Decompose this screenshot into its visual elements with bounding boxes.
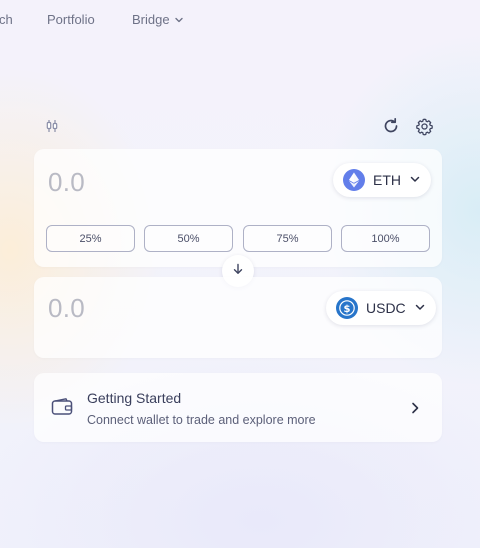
percent-25-button[interactable]: 25%: [46, 225, 135, 252]
to-token-selector[interactable]: $ USDC: [326, 291, 436, 325]
from-amount-input[interactable]: 0.0: [48, 167, 85, 198]
nav-item-label: ch: [0, 12, 13, 27]
getting-started-subtitle: Connect wallet to trade and explore more: [87, 413, 316, 427]
from-token-symbol: ETH: [373, 172, 401, 188]
getting-started-card[interactable]: Getting Started Connect wallet to trade …: [34, 373, 442, 442]
to-amount-input[interactable]: 0.0: [48, 293, 85, 324]
percent-100-button[interactable]: 100%: [341, 225, 430, 252]
chevron-right-icon: [410, 401, 420, 419]
nav-item-bridge[interactable]: Bridge: [132, 12, 184, 27]
percent-50-button[interactable]: 50%: [144, 225, 233, 252]
percent-75-button[interactable]: 75%: [243, 225, 332, 252]
getting-started-title: Getting Started: [87, 390, 182, 406]
refresh-icon[interactable]: [381, 116, 401, 136]
eth-logo-icon: [343, 169, 365, 191]
swap-to-card: 0.0 $ USDC: [34, 277, 442, 358]
chevron-down-icon: [414, 300, 426, 316]
to-token-symbol: USDC: [366, 300, 406, 316]
nav-item-label: Bridge: [132, 12, 170, 27]
nav-item-portfolio[interactable]: Portfolio: [47, 12, 95, 27]
wallet-icon: [51, 398, 73, 421]
nav-item-search[interactable]: ch: [0, 12, 13, 27]
chevron-down-icon: [174, 15, 184, 25]
from-token-selector[interactable]: ETH: [333, 163, 431, 197]
nav-item-label: Portfolio: [47, 12, 95, 27]
chart-candles-icon[interactable]: [44, 118, 60, 134]
svg-text:$: $: [344, 304, 351, 315]
usdc-logo-icon: $: [336, 297, 358, 319]
swap-from-card: 0.0 ETH 25% 50% 75% 100%: [34, 149, 442, 267]
gear-icon[interactable]: [414, 116, 434, 136]
chevron-down-icon: [409, 172, 421, 188]
